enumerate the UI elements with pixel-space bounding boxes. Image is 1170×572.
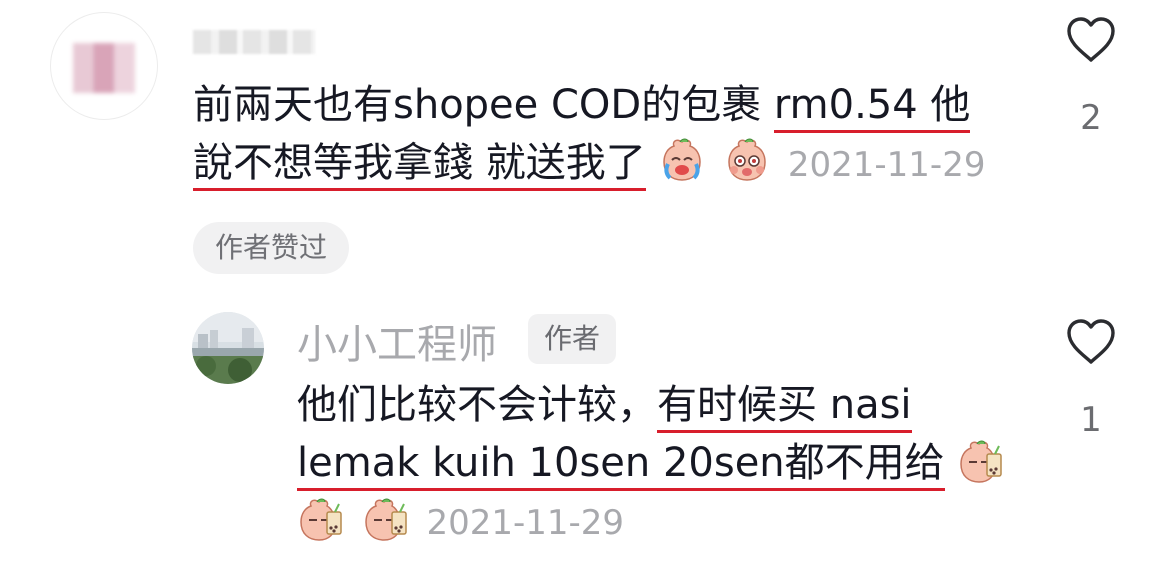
comment-like-count: 2 [1080,98,1102,138]
comment-line-1: 前兩天也有shopee COD的包裹 rm0.54 他 [193,76,985,134]
reply-timestamp: 2021-11-29 [426,503,625,543]
peach-bubble-tea-emoji [364,498,407,541]
peach-bubble-tea-emoji [960,440,1003,483]
comment-line-2: 說不想等我拿錢 就送我了 2021-11-29 [193,134,985,194]
crying-peach-emoji [663,138,702,181]
shocked-peach-emoji [728,138,766,181]
reply-line-2: lemak kuih 10sen 20sen都不用给 [297,434,1009,492]
reply-line-3: 2021-11-29 [297,492,1009,552]
comment-text-underlined: 說不想等我拿錢 就送我了 [193,140,646,191]
heart-outline-icon[interactable] [1065,318,1117,366]
comment-like-group[interactable]: 2 [1063,16,1119,138]
author-liked-badge: 作者赞过 [193,222,350,274]
reply-avatar[interactable] [192,312,264,384]
reply-text-underlined: 有时候买 nasi [657,382,912,433]
commenter-username-blurred[interactable] [193,30,315,54]
reply-like-group[interactable]: 1 [1063,318,1119,440]
reply-text-part: 他们比较不会计较， [297,382,657,428]
reply-line-1: 他们比较不会计较，有时候买 nasi [297,376,1009,434]
reply-like-count: 1 [1080,400,1102,440]
commenter-avatar[interactable] [50,12,158,120]
blurred-avatar-image [73,43,135,93]
reply-username[interactable]: 小小工程师 [297,312,497,370]
author-tag: 作者 [528,314,617,364]
comment-text: 前兩天也有shopee COD的包裹 rm0.54 他 說不想等我拿錢 就送我了… [193,76,985,194]
comment-text-underlined: rm0.54 他 [773,82,971,133]
comment-timestamp: 2021-11-29 [787,145,986,185]
peach-bubble-tea-emoji [300,498,342,541]
comment-text-part: 前兩天也有shopee COD的包裹 [193,82,762,128]
heart-outline-icon[interactable] [1065,16,1117,64]
reply-text: 他们比较不会计较，有时候买 nasi lemak kuih 10sen 20se… [297,376,1009,552]
landscape-avatar-image [192,312,264,384]
reply-text-underlined: lemak kuih 10sen 20sen都不用给 [297,440,945,491]
